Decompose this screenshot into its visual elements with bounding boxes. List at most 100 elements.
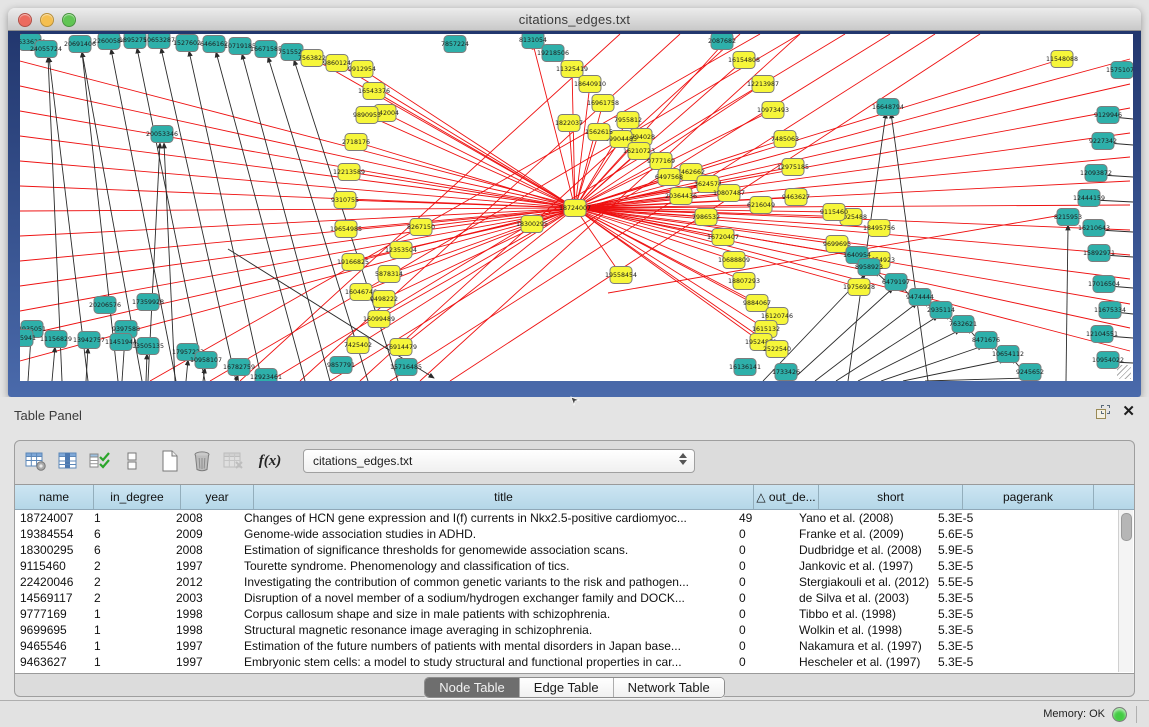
graph-node[interactable]: 16543376 — [358, 83, 390, 100]
graph-node[interactable]: 8215953 — [1054, 209, 1082, 226]
close-panel-icon[interactable]: ✕ — [1122, 405, 1135, 419]
column-header-name[interactable]: name — [15, 485, 94, 509]
graph-node[interactable]: 9474444 — [906, 289, 934, 306]
table-row[interactable]: 1872400712008Changes of HCN gene express… — [15, 510, 1134, 526]
zoom-traffic-light[interactable] — [62, 13, 76, 27]
graph-node[interactable]: 19218506 — [537, 45, 569, 62]
graph-node[interactable]: 9463627 — [782, 189, 810, 206]
column-header-title[interactable]: title — [254, 485, 754, 509]
graph-node[interactable]: 16648794 — [872, 99, 904, 116]
column-header-short[interactable]: short — [819, 485, 963, 509]
graph-node[interactable]: 12444159 — [1073, 190, 1105, 207]
graph-node[interactable]: 7425402 — [344, 337, 372, 354]
table-row[interactable]: 1938455462009Genome-wide association stu… — [15, 526, 1134, 542]
graph-node[interactable]: 9777169 — [647, 153, 675, 170]
graph-node[interactable]: 19558454 — [605, 267, 637, 284]
graph-node[interactable]: 2522540 — [763, 341, 791, 358]
stacked-squares-button[interactable] — [119, 448, 145, 474]
vertical-scrollbar[interactable] — [1118, 510, 1133, 672]
graph-node[interactable]: 13505135 — [132, 338, 164, 355]
column-header-in_degree[interactable]: in_degree — [94, 485, 181, 509]
scrollbar-thumb[interactable] — [1121, 513, 1132, 541]
graph-node[interactable]: 1733426 — [772, 364, 800, 381]
graph-node[interactable]: 10973493 — [757, 102, 789, 119]
select-rows-button[interactable] — [87, 448, 113, 474]
table-row[interactable]: 977716911998Corpus callosum shape and si… — [15, 606, 1134, 622]
graph-node[interactable]: 16720407 — [707, 229, 739, 246]
graph-node[interactable]: 20053346 — [146, 126, 178, 143]
graph-node[interactable]: 10653287 — [143, 34, 175, 49]
graph-node[interactable]: 10654112 — [992, 346, 1024, 363]
float-panel-icon[interactable] — [1096, 405, 1110, 419]
graph-node[interactable]: 2087682 — [708, 34, 736, 50]
graph-node[interactable]: 1822037 — [555, 115, 583, 132]
graph-node[interactable]: 15892971 — [1083, 245, 1115, 262]
function-builder-button[interactable]: f(x) — [257, 448, 283, 474]
column-header-pagerank[interactable]: pagerank — [963, 485, 1094, 509]
graph-node[interactable]: 20206576 — [89, 297, 121, 314]
column-header-year[interactable]: year — [181, 485, 254, 509]
graph-node[interactable]: 18640910 — [574, 76, 606, 93]
table-body[interactable]: 1872400712008Changes of HCN gene express… — [15, 510, 1134, 670]
minimize-traffic-light[interactable] — [40, 13, 54, 27]
graph-node[interactable]: 13942757 — [73, 332, 105, 349]
graph-node[interactable]: 7986532 — [692, 209, 720, 226]
graph-node[interactable]: 7485063 — [771, 131, 799, 148]
graph-node[interactable]: 17016504 — [1088, 276, 1120, 293]
table-row[interactable]: 1830029562008Estimation of significance … — [15, 542, 1134, 558]
delete-table-button-disabled[interactable] — [221, 448, 247, 474]
graph-node[interactable]: 9860124 — [323, 55, 351, 72]
graph-node[interactable]: 9912954 — [348, 61, 376, 78]
graph-node[interactable]: 18300295 — [516, 216, 548, 233]
network-canvas[interactable]: 1633625124055724206914062260058418952756… — [20, 34, 1133, 381]
graph-node[interactable]: 12975185 — [777, 159, 809, 176]
graph-node[interactable]: 8471676 — [972, 332, 1000, 349]
graph-node[interactable]: 12104551 — [1086, 326, 1118, 343]
graph-node[interactable]: 1562615 — [585, 124, 613, 141]
graph-node[interactable]: 12353504 — [385, 242, 417, 259]
graph-node[interactable]: 10958107 — [190, 352, 222, 369]
graph-node[interactable]: 5878314 — [375, 266, 403, 283]
graph-node[interactable]: 1527602 — [173, 35, 201, 52]
graph-node[interactable]: 19166825 — [337, 254, 369, 271]
tab-node-table[interactable]: Node Table — [425, 678, 520, 697]
show-column-button[interactable] — [55, 448, 81, 474]
graph-node[interactable]: 7563822 — [298, 50, 326, 67]
new-table-button[interactable] — [157, 448, 183, 474]
graph-node[interactable]: 11548088 — [1046, 51, 1078, 68]
graph-node[interactable]: 16961758 — [587, 95, 619, 112]
graph-node[interactable]: 7632621 — [949, 316, 977, 333]
graph-node[interactable]: 9310755 — [331, 192, 359, 209]
table-row[interactable]: 946362711997Embryonic stem cells: a mode… — [15, 654, 1134, 670]
graph-node[interactable]: 8267150 — [407, 219, 435, 236]
graph-node[interactable]: 9245652 — [1016, 364, 1044, 381]
graph-node[interactable]: 2935114 — [927, 302, 955, 319]
graph-node[interactable]: 20691406 — [64, 36, 96, 53]
table-row[interactable]: 1456911722003Disruption of a novel membe… — [15, 590, 1134, 606]
graph-node[interactable]: 16136141 — [729, 359, 761, 376]
graph-node[interactable]: 18495756 — [863, 220, 895, 237]
graph-node[interactable]: 16154808 — [728, 52, 760, 69]
graph-node[interactable]: 16782759 — [223, 359, 255, 376]
table-settings-button[interactable] — [23, 448, 49, 474]
graph-node[interactable]: 2718176 — [342, 134, 370, 151]
column-header-out_de[interactable]: △ out_de... — [754, 485, 819, 509]
graph-node[interactable]: 20364436 — [665, 188, 697, 205]
graph-node[interactable]: 19654985 — [330, 221, 362, 238]
graph-node[interactable]: 10807487 — [713, 185, 745, 202]
graph-node[interactable]: 6479197 — [882, 274, 910, 291]
graph-node[interactable]: 9115460 — [820, 204, 848, 221]
graph-node[interactable]: 16210643 — [1078, 220, 1110, 237]
table-row[interactable]: 969969511998Structural magnetic resonanc… — [15, 622, 1134, 638]
close-traffic-light[interactable] — [18, 13, 32, 27]
graph-node[interactable]: 9890955 — [353, 107, 381, 124]
graph-node[interactable]: 7857224 — [441, 36, 469, 53]
table-header-row[interactable]: namein_degreeyeartitle△ out_de...shortpa… — [15, 485, 1134, 510]
graph-node[interactable]: 18807293 — [728, 273, 760, 290]
table-row[interactable]: 946554611997Estimation of the future num… — [15, 638, 1134, 654]
graph-node[interactable]: 8958923 — [855, 259, 883, 276]
graph-node[interactable]: 17359928 — [132, 294, 164, 311]
citation-network-graph[interactable]: 1633625124055724206914062260058418952756… — [20, 34, 1133, 381]
graph-node[interactable]: 12213987 — [747, 76, 779, 93]
graph-node[interactable]: 15716485 — [390, 359, 422, 376]
